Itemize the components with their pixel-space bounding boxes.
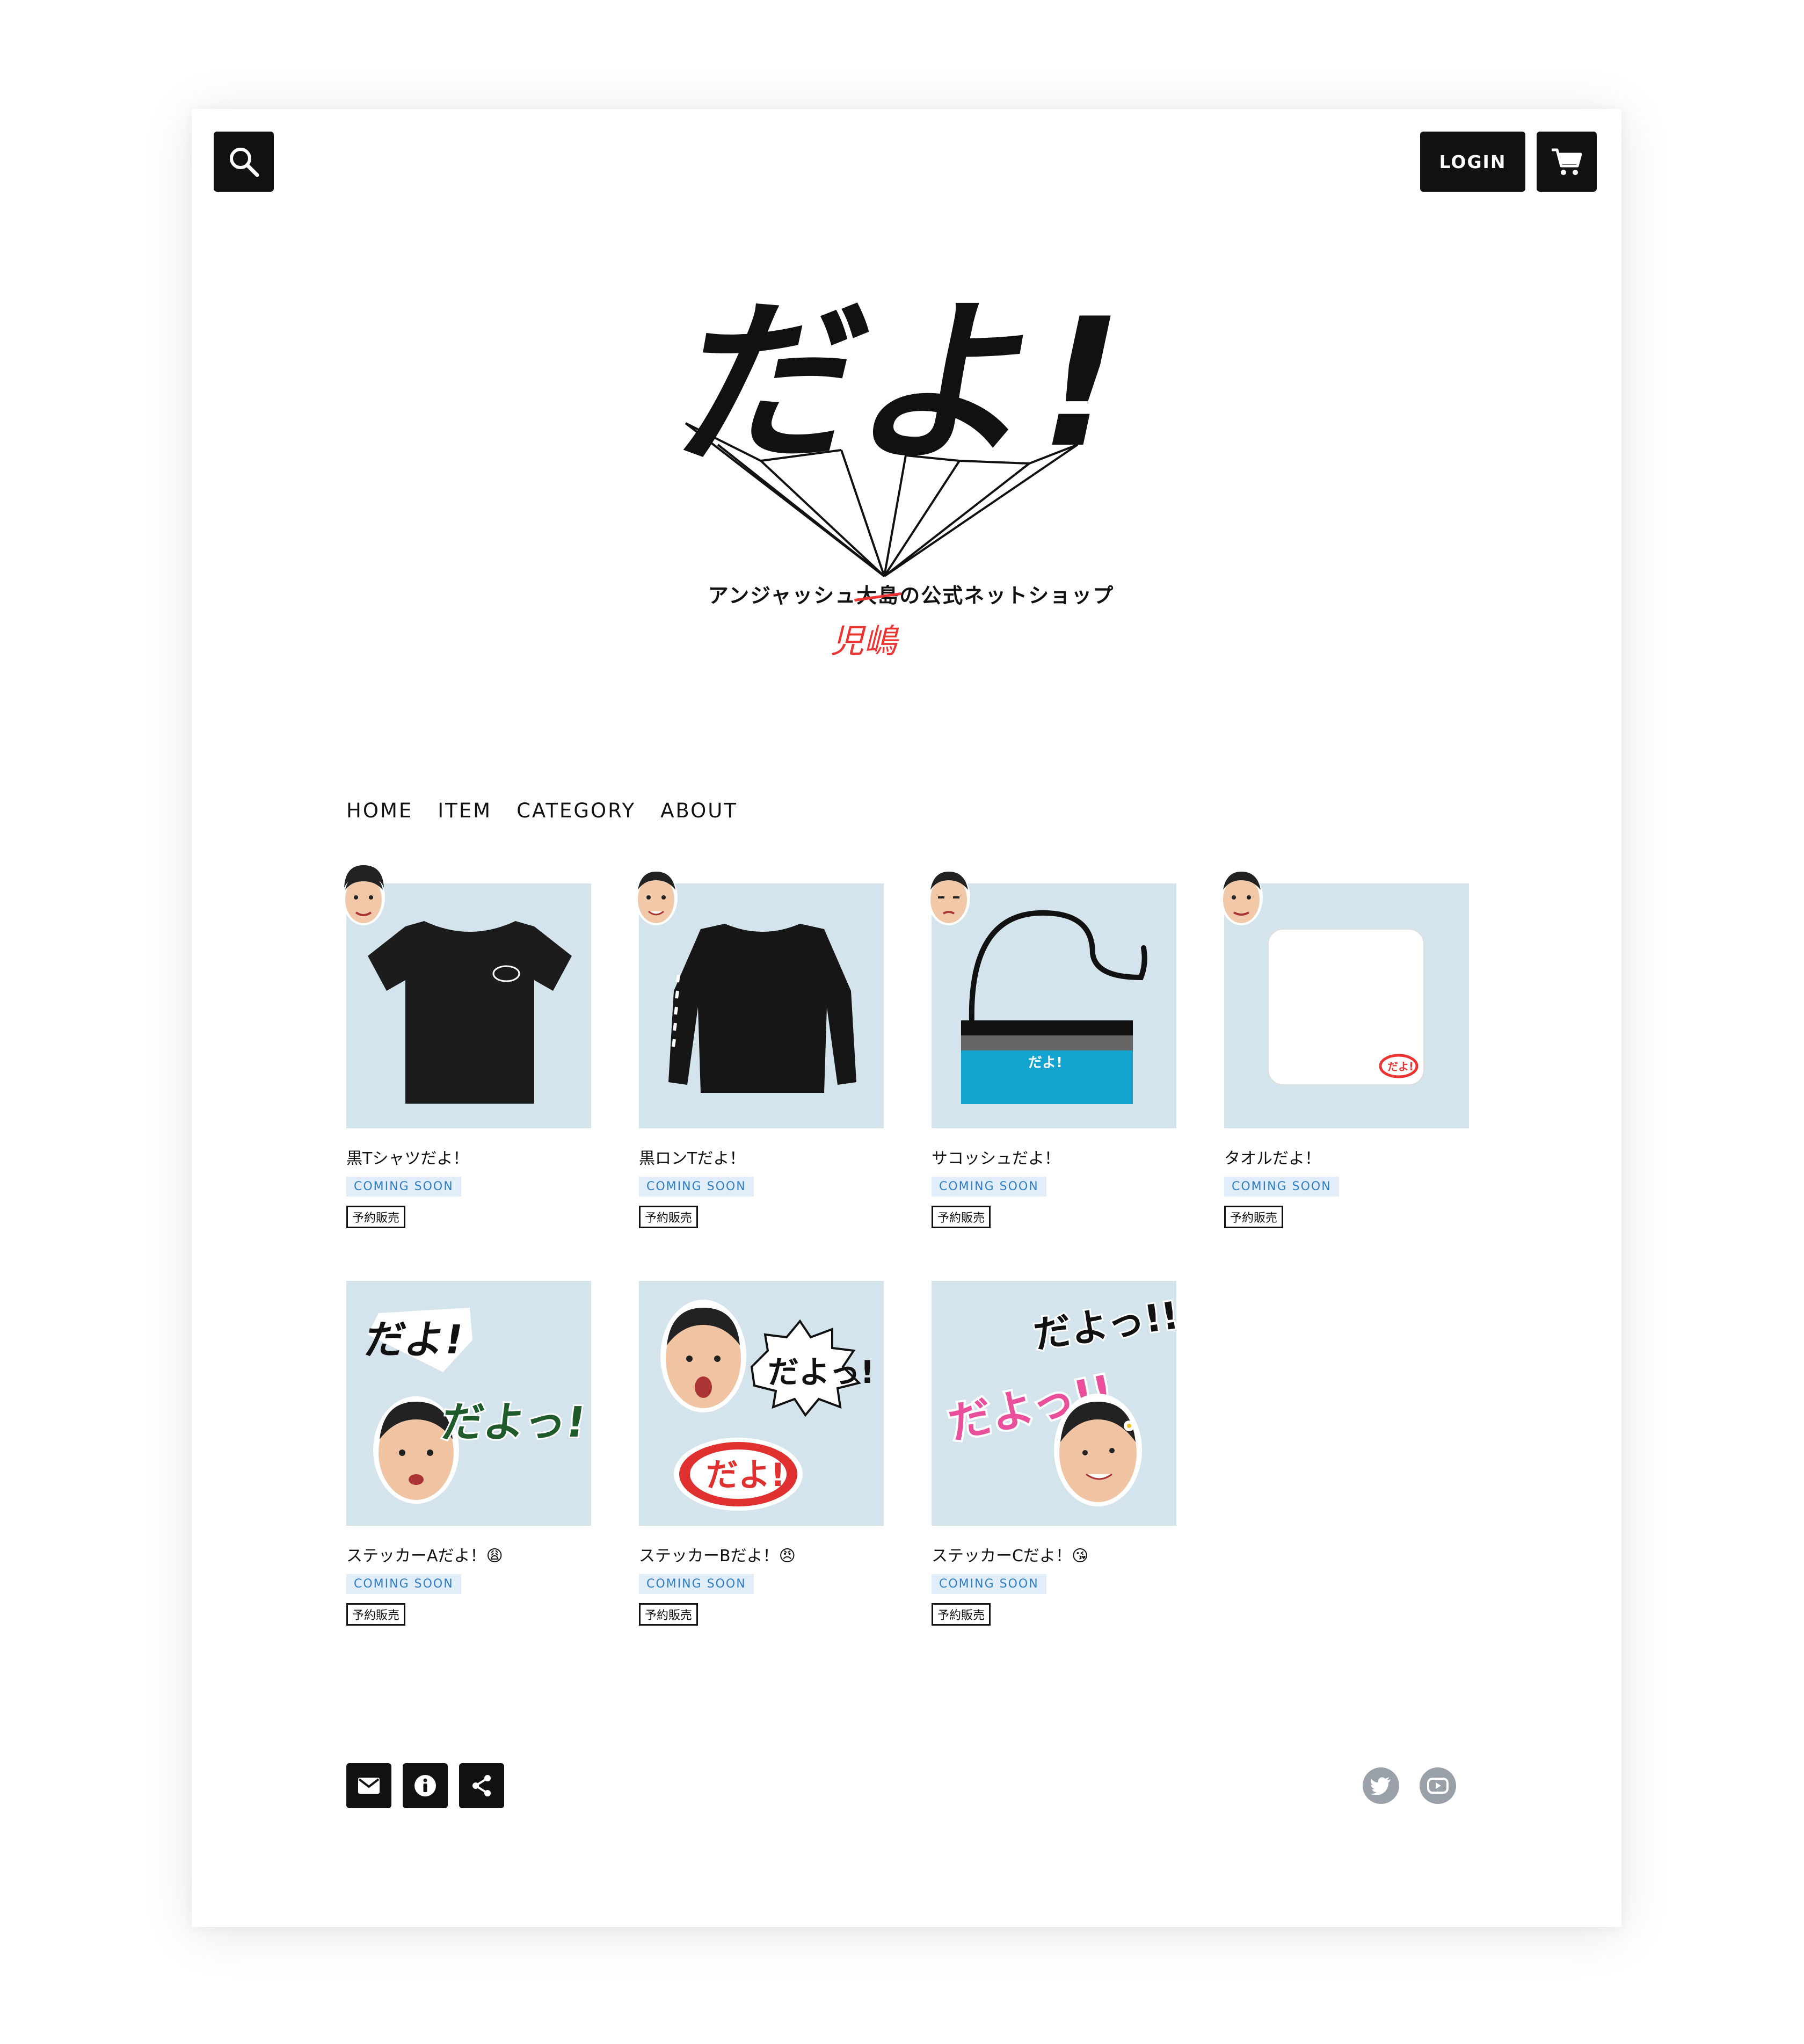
- product-name[interactable]: サコッシュだよ！: [932, 1145, 1060, 1169]
- login-button[interactable]: LOGIN: [1420, 132, 1525, 192]
- sticker-word: だよっ!: [439, 1398, 589, 1447]
- mail-icon: [358, 1778, 380, 1794]
- nav-category[interactable]: CATEGORY: [517, 799, 636, 822]
- logo-tagline: アンジャッシュ大島の公式ネットショップ: [699, 579, 1123, 608]
- logo-text: だよ!: [680, 284, 1142, 487]
- shop-page-card: LOGIN だよ! アンジャッシュ大島の公式ネットショップ 児嶋 HOME IT…: [192, 109, 1621, 1927]
- twitter-icon: [1370, 1777, 1391, 1795]
- nav-home[interactable]: HOME: [346, 799, 413, 822]
- status-badge: COMING SOON: [1224, 1177, 1339, 1197]
- search-icon: [230, 148, 259, 177]
- product-name[interactable]: タオルだよ！: [1224, 1145, 1321, 1169]
- sticker-word: だよ!: [706, 1456, 785, 1494]
- status-badge: COMING SOON: [932, 1177, 1046, 1197]
- twitter-link[interactable]: [1363, 1767, 1399, 1804]
- product-image-sticker-c[interactable]: だよっ!! だよっ!!: [932, 1281, 1176, 1526]
- tagline-before: アンジャッシュ: [708, 584, 857, 607]
- cart-icon: [1552, 148, 1582, 175]
- status-badge: COMING SOON: [932, 1574, 1046, 1594]
- face-icon: [1220, 869, 1263, 925]
- preorder-tag: 予約販売: [932, 1603, 991, 1626]
- share-icon: [472, 1775, 491, 1796]
- tagline-correction: 児嶋: [831, 621, 898, 661]
- sticker-word: だよっ!: [768, 1354, 875, 1390]
- contact-button[interactable]: [346, 1763, 391, 1808]
- preorder-tag: 予約販売: [639, 1206, 699, 1228]
- preorder-tag: 予約販売: [1224, 1206, 1284, 1228]
- product-name[interactable]: 黒Tシャツだよ！: [346, 1145, 469, 1169]
- product-name[interactable]: ステッカーAだよ！😩: [346, 1542, 503, 1566]
- sticker-word: だよ!: [361, 1317, 467, 1363]
- main-nav: HOME ITEM CATEGORY ABOUT: [346, 799, 762, 822]
- info-button[interactable]: [403, 1763, 448, 1808]
- nav-item[interactable]: ITEM: [438, 799, 492, 822]
- status-badge: COMING SOON: [346, 1177, 461, 1197]
- info-icon: [414, 1775, 436, 1796]
- svg-text:だよ!: だよ!: [1387, 1060, 1414, 1073]
- search-button[interactable]: [214, 132, 274, 192]
- product-image-sticker-b[interactable]: だよっ! だよ!: [639, 1281, 884, 1526]
- svg-text:だよ!: だよ!: [1028, 1055, 1063, 1071]
- preorder-tag: 予約販売: [346, 1206, 406, 1228]
- status-badge: COMING SOON: [639, 1177, 754, 1197]
- face-icon: [342, 865, 385, 925]
- status-badge: COMING SOON: [346, 1574, 461, 1594]
- preorder-tag: 予約販売: [932, 1206, 991, 1228]
- youtube-link[interactable]: [1420, 1767, 1456, 1804]
- preorder-tag: 予約販売: [639, 1603, 699, 1626]
- preorder-tag: 予約販売: [346, 1603, 406, 1626]
- product-image-sticker-a[interactable]: だよ! だよっ!: [346, 1281, 591, 1526]
- share-button[interactable]: [459, 1763, 504, 1808]
- face-icon: [635, 869, 678, 925]
- sticker-word: だよっ!!: [1031, 1293, 1176, 1357]
- tagline-struck-name: 大島: [856, 584, 900, 607]
- nav-about[interactable]: ABOUT: [660, 799, 738, 822]
- shop-logo[interactable]: だよ!: [680, 284, 1142, 584]
- youtube-icon: [1427, 1778, 1449, 1794]
- product-name[interactable]: 黒ロンTだよ！: [639, 1145, 745, 1169]
- product-name[interactable]: ステッカーCだよ！😘: [932, 1542, 1088, 1566]
- product-name[interactable]: ステッカーBだよ！😠: [639, 1542, 796, 1566]
- tagline-after: の公式ネットショップ: [899, 584, 1115, 607]
- face-icon: [927, 869, 970, 925]
- cart-button[interactable]: [1537, 132, 1597, 192]
- status-badge: COMING SOON: [639, 1574, 754, 1594]
